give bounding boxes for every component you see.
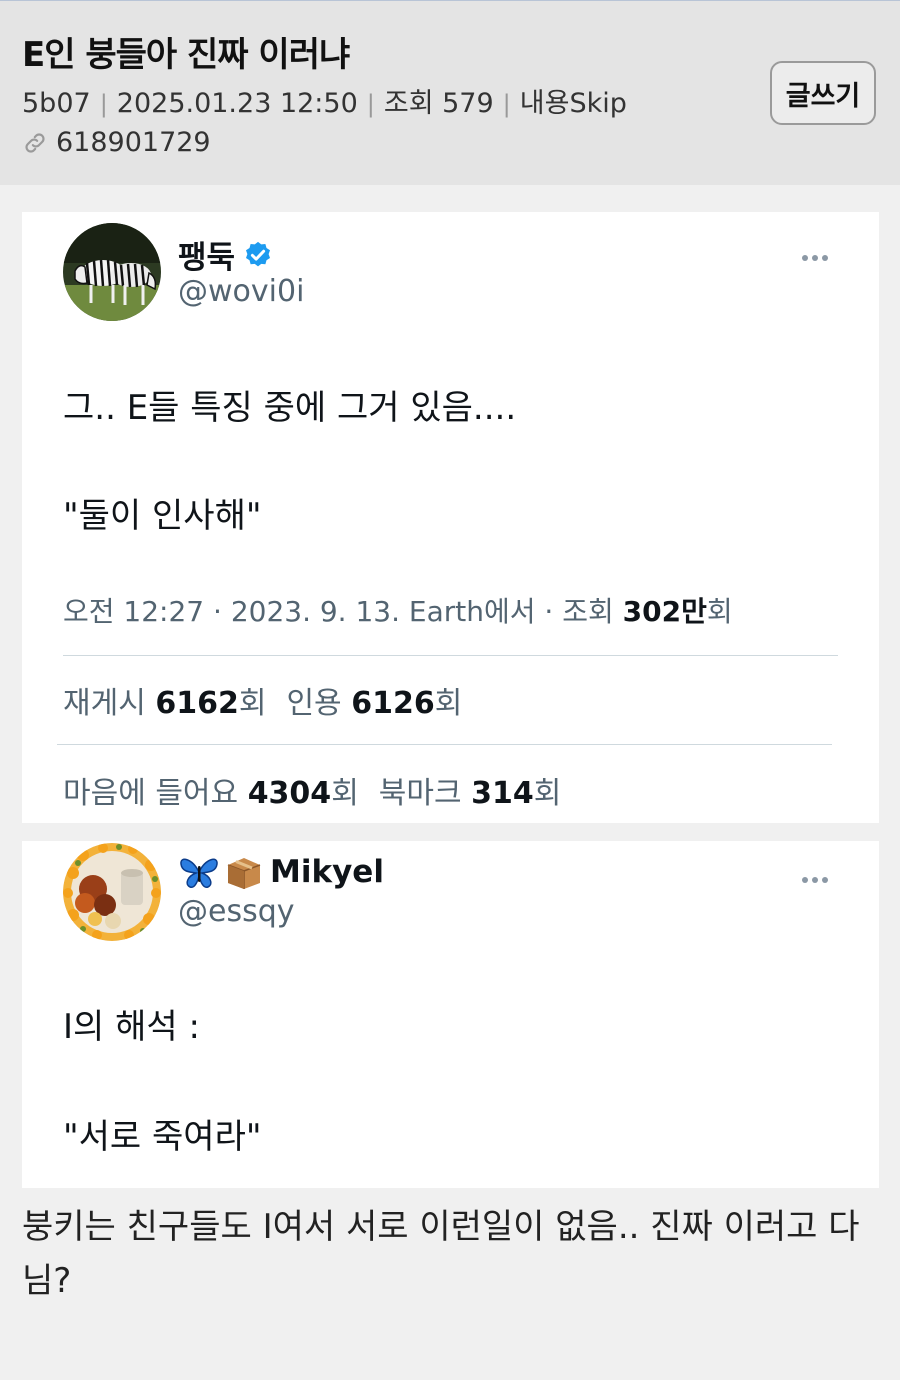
timestamp-text: 오전 12:27 · 2023. 9. 13. Earth에서 · 조회: [63, 595, 623, 628]
page: E인 붕들아 진짜 이러냐 5b07 | 2025.01.23 12:50 | 조회 5…: [0, 0, 900, 1380]
display-name[interactable]: 팽둑: [178, 232, 273, 277]
stats-row-likes: 마음에 들어요 4304회 북마크 314회: [63, 768, 561, 812]
user-handle[interactable]: @wovi0i: [178, 274, 304, 309]
meta-separator: |: [502, 90, 511, 118]
post-link-id: 618901729: [56, 127, 211, 158]
tweet-card: Mikyel @essqy I의 해석 : "서로 죽여라": [22, 841, 879, 1188]
tweet-timestamp[interactable]: 오전 12:27 · 2023. 9. 13. Earth에서 · 조회 302…: [63, 590, 733, 630]
display-name-text: Mikyel: [270, 854, 384, 890]
stats-row-reposts: 재게시 6162회 인용 6126회: [63, 678, 462, 722]
avatar[interactable]: [63, 843, 161, 941]
likes-label: 마음에 들어요: [63, 776, 248, 811]
tweet-text-line: "둘이 인사해": [63, 496, 262, 536]
divider: [57, 744, 832, 745]
more-options-icon[interactable]: [802, 246, 836, 261]
likes-stat[interactable]: 마음에 들어요 4304회: [63, 776, 359, 811]
package-emoji-icon: [227, 858, 261, 889]
post-datetime: 2025.01.23 12:50: [116, 88, 358, 119]
meta-separator: |: [99, 90, 108, 118]
reposts-unit: 회: [238, 686, 267, 721]
post-link[interactable]: 618901729: [22, 127, 211, 158]
post-title: E인 붕들아 진짜 이러냐: [22, 35, 350, 75]
timestamp-views: 302만: [622, 595, 707, 628]
meta-separator: |: [366, 90, 375, 118]
tweet-text-line: "서로 죽여라": [63, 1117, 262, 1157]
post-body-text: 붕키는 친구들도 I여서 서로 이런일이 없음.. 진짜 이러고 다님?: [22, 1207, 860, 1301]
view-count: 조회 579: [383, 88, 494, 119]
timestamp-unit: 회: [706, 595, 733, 628]
verified-badge-icon: [246, 241, 271, 266]
likes-count: 4304: [247, 776, 332, 811]
quotes-count: 6126: [351, 686, 435, 721]
reposts-stat[interactable]: 재게시 6162회: [63, 686, 266, 721]
zebra-photo-icon: [63, 223, 161, 321]
avatar[interactable]: [63, 223, 161, 321]
bookmarks-count: 314: [471, 776, 534, 811]
bookmarks-label: 북마크: [378, 776, 472, 811]
link-icon: [25, 132, 45, 153]
reposts-label: 재게시: [63, 686, 156, 721]
tweet-card: 팽둑 @wovi0i 그.. E들 특징 중에 그거 있음.... "둘이 인사…: [22, 212, 879, 823]
display-name-text: 팽둑: [178, 240, 236, 276]
butterfly-emoji-icon: [180, 858, 218, 889]
post-meta: 5b07 | 2025.01.23 12:50 | 조회 579 | 내용Skip: [22, 81, 627, 120]
quotes-label: 인용: [286, 686, 352, 721]
bookmarks-unit: 회: [533, 776, 562, 811]
quotes-unit: 회: [434, 686, 463, 721]
quotes-stat[interactable]: 인용 6126회: [286, 686, 462, 721]
author-id[interactable]: 5b07: [22, 88, 91, 119]
tweet-text-line: I의 해석 :: [63, 1007, 200, 1047]
write-button[interactable]: 글쓰기: [770, 61, 876, 125]
divider: [63, 655, 838, 656]
bookmarks-stat[interactable]: 북마크 314회: [379, 776, 562, 811]
post-header: E인 붕들아 진짜 이러냐 5b07 | 2025.01.23 12:50 | 조회 5…: [0, 0, 900, 185]
more-options-icon[interactable]: [802, 868, 836, 883]
display-name[interactable]: Mikyel: [178, 853, 384, 891]
skip-content-link[interactable]: 내용Skip: [520, 88, 627, 119]
reposts-count: 6162: [155, 686, 239, 721]
flowers-photo-icon: [63, 843, 161, 941]
likes-unit: 회: [331, 776, 359, 811]
tweet-text-line: 그.. E들 특징 중에 그거 있음....: [63, 388, 517, 428]
user-handle[interactable]: @essqy: [178, 894, 295, 929]
